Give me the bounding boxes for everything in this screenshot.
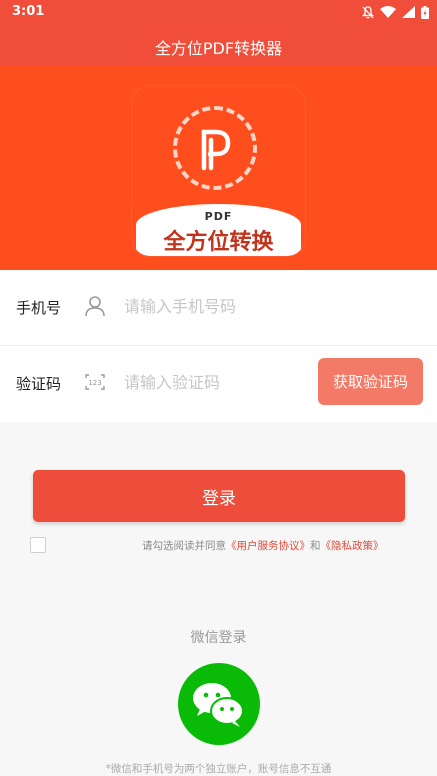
wifi-icon: [380, 6, 396, 18]
logo-name-text: 全方位转换: [163, 229, 274, 255]
number-code-icon: 123: [85, 374, 105, 390]
login-form: 手机号 验证码 123 获取验证码: [0, 270, 437, 422]
wechat-icon: [193, 683, 244, 727]
agreement-text: 请勾选阅读并同意《用户服务协议》和《隐私政策》: [142, 538, 384, 553]
hero-banner: PDF 全方位转换: [0, 66, 437, 270]
status-icons: [362, 5, 429, 19]
phone-row: 手机号: [0, 270, 437, 346]
status-time: 3:01: [12, 4, 45, 19]
user-agreement-link[interactable]: 《用户服务协议》: [226, 540, 310, 552]
pdf-p-icon: [201, 129, 231, 171]
user-icon: [85, 296, 105, 317]
privacy-policy-link[interactable]: 《隐私政策》: [321, 540, 384, 552]
agreement-prefix: 请勾选阅读并同意: [142, 540, 226, 552]
app-logo: PDF 全方位转换: [132, 86, 305, 256]
wechat-login-title: 微信登录: [190, 630, 247, 646]
code-label: 验证码: [16, 375, 62, 393]
login-button[interactable]: 登录: [33, 470, 405, 522]
signal-icon: [402, 6, 415, 18]
code-input[interactable]: [124, 368, 309, 396]
battery-icon: [421, 5, 429, 19]
agreement-and: 和: [310, 540, 321, 552]
svg-text:123: 123: [88, 379, 101, 387]
phone-label: 手机号: [16, 299, 62, 317]
code-row: 验证码 123 获取验证码: [0, 346, 437, 421]
bell-off-icon: [362, 5, 374, 18]
logo-pdf-text: PDF: [204, 210, 233, 223]
agreement-checkbox[interactable]: [30, 537, 46, 553]
status-bar: 3:01: [0, 0, 437, 24]
get-code-button[interactable]: 获取验证码: [318, 358, 423, 405]
wechat-login-button[interactable]: [178, 663, 260, 745]
phone-input[interactable]: [124, 292, 309, 320]
app-title: 全方位PDF转换器: [154, 39, 283, 58]
app-title-bar: 全方位PDF转换器: [0, 24, 437, 66]
wechat-note: *微信和手机号为两个独立账户，账号信息不互通: [105, 763, 332, 775]
